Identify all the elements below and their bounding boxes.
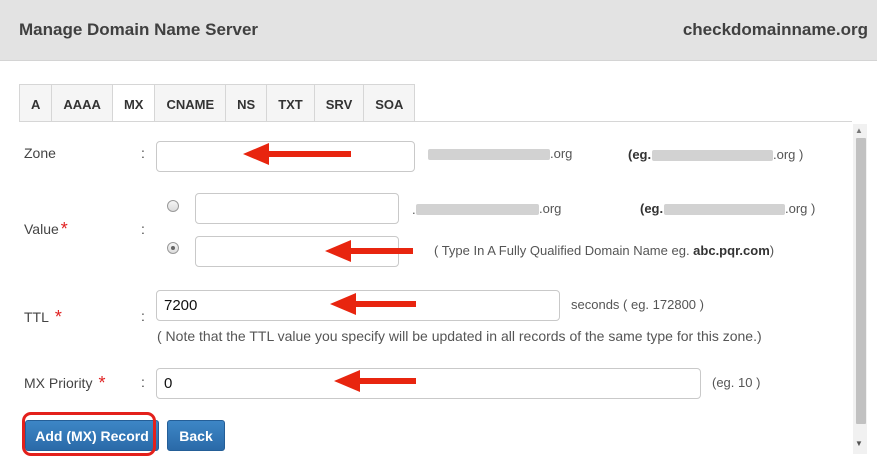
zone-redacted xyxy=(428,149,550,160)
arrow-icon xyxy=(334,370,416,392)
ttl-hint: seconds ( eg. 172800 ) xyxy=(571,297,704,312)
value-example-suffix: .org ) xyxy=(785,201,816,216)
value-fqdn-hint: ( Type In A Fully Qualified Domain Name … xyxy=(434,243,775,258)
tab-mx[interactable]: MX xyxy=(112,84,156,122)
tab-soa[interactable]: SOA xyxy=(364,84,416,122)
mx-priority-hint: (eg. 10 ) xyxy=(712,375,761,390)
value-suffix: .org xyxy=(539,201,562,216)
mx-priority-required-marker: * xyxy=(98,373,106,393)
arrow-icon xyxy=(330,293,416,315)
value-example-redacted xyxy=(664,204,785,215)
page-title: Manage Domain Name Server xyxy=(19,20,259,39)
value-label: Value * xyxy=(24,219,68,239)
ttl-colon: : xyxy=(141,308,145,324)
zone-example-prefix: (eg. xyxy=(628,147,652,162)
scroll-down-icon[interactable]: ▼ xyxy=(855,439,863,448)
tab-a[interactable]: A xyxy=(19,84,53,122)
tab-ns[interactable]: NS xyxy=(226,84,268,122)
tab-srv[interactable]: SRV xyxy=(314,84,365,122)
back-button[interactable]: Back xyxy=(167,420,225,451)
tab-panel-divider xyxy=(19,121,852,122)
tab-aaaa[interactable]: AAAA xyxy=(52,84,113,122)
value-redacted xyxy=(416,204,539,215)
page-header: Manage Domain Name Server checkdomainnam… xyxy=(0,0,877,61)
value-domain-input[interactable] xyxy=(195,193,399,224)
mx-priority-label: MX Priority * xyxy=(24,373,106,393)
zone-label: Zone xyxy=(24,145,56,161)
zone-colon: : xyxy=(141,145,145,161)
value-colon: : xyxy=(141,221,145,237)
zone-example-redacted xyxy=(652,150,773,161)
value-option-domain-radio[interactable] xyxy=(167,200,179,212)
arrow-icon xyxy=(243,143,351,165)
zone-example-suffix: .org ) xyxy=(773,147,804,162)
annotation-highlight xyxy=(22,412,156,456)
arrow-icon xyxy=(325,240,413,262)
record-type-tabs: A AAAA MX CNAME NS TXT SRV SOA xyxy=(19,84,416,122)
scroll-up-icon[interactable]: ▲ xyxy=(855,126,863,135)
ttl-label: TTL * xyxy=(24,307,62,327)
mx-priority-input[interactable] xyxy=(156,368,701,399)
tab-txt[interactable]: TXT xyxy=(267,84,315,122)
value-required-marker: * xyxy=(60,219,68,239)
tab-cname[interactable]: CNAME xyxy=(155,84,227,122)
ttl-required-marker: * xyxy=(54,307,62,327)
mx-priority-colon: : xyxy=(141,374,145,390)
site-name: checkdomainname.org xyxy=(682,20,868,39)
value-option-fqdn-radio[interactable] xyxy=(167,242,179,254)
value-example-prefix: (eg. xyxy=(640,201,664,216)
scrollbar-thumb[interactable] xyxy=(856,138,866,424)
ttl-note: ( Note that the TTL value you specify wi… xyxy=(157,328,762,344)
zone-suffix: .org xyxy=(550,146,573,161)
